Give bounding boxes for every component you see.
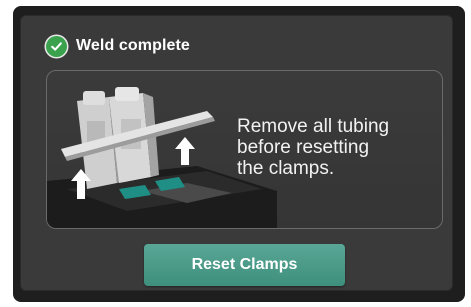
dialog-header: Weld complete — [46, 34, 190, 58]
instruction-panel: Remove all tubing before resetting the c… — [46, 70, 443, 229]
check-circle-icon — [46, 35, 67, 57]
dialog-title: Weld complete — [76, 37, 190, 54]
instruction-text: Remove all tubing before resetting the c… — [237, 116, 390, 179]
reset-clamps-button[interactable]: Reset Clamps — [144, 244, 345, 286]
